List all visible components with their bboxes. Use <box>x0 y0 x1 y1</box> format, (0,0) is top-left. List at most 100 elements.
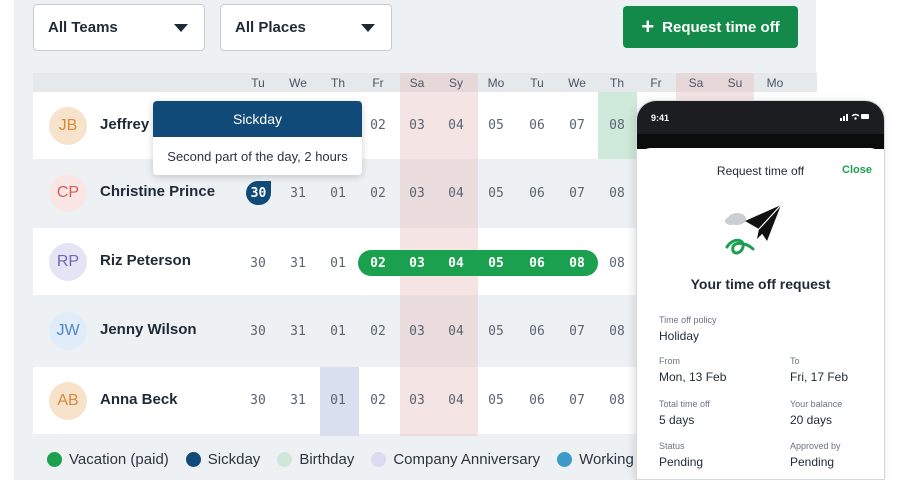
date-cell[interactable]: 31 <box>283 186 313 201</box>
date-cell[interactable]: 03 <box>402 118 432 133</box>
date-cell[interactable]: 04 <box>441 393 471 408</box>
date-cell[interactable]: 05 <box>481 393 511 408</box>
date-cell[interactable]: 30 <box>243 256 273 271</box>
to-field: To Fri, 17 Feb <box>790 356 848 384</box>
date-cell[interactable]: 30 <box>243 324 273 339</box>
policy-field: Time off policy Holiday <box>659 315 717 343</box>
date-cell[interactable]: 01 <box>323 186 353 201</box>
date-cell[interactable]: 31 <box>283 324 313 339</box>
teams-filter-label: All Teams <box>48 19 118 36</box>
field-label: Approved by <box>790 441 841 451</box>
person-name: Jenny Wilson <box>100 321 197 338</box>
vacation-date-cell[interactable]: 04 <box>441 256 471 271</box>
date-cell[interactable]: 30 <box>243 393 273 408</box>
vacation-date-cell[interactable]: 06 <box>522 256 552 271</box>
date-cell[interactable]: 08 <box>602 324 632 339</box>
person-name: Jeffrey <box>100 116 150 133</box>
legend-item-anniversary: Company Anniversary <box>371 451 540 468</box>
day-header: Fr <box>650 76 662 90</box>
day-header: Su <box>727 76 743 90</box>
day-header: Sa <box>409 76 425 90</box>
sickday-marker[interactable]: 30 <box>246 181 271 205</box>
date-cell[interactable]: 07 <box>562 118 592 133</box>
request-time-off-button[interactable]: + Request time off <box>623 6 798 48</box>
legend-label: Vacation (paid) <box>69 451 169 468</box>
date-cell[interactable]: 02 <box>363 186 393 201</box>
day-header: Fr <box>372 76 384 90</box>
field-value: 20 days <box>790 413 833 427</box>
chevron-down-icon <box>361 24 375 32</box>
date-cell[interactable]: 02 <box>363 393 393 408</box>
date-cell[interactable]: 03 <box>402 393 432 408</box>
vacation-date-cell[interactable]: 02 <box>363 256 393 271</box>
legend-item-vacation: Vacation (paid) <box>47 451 169 468</box>
date-cell[interactable]: 31 <box>283 256 313 271</box>
date-cell[interactable]: 06 <box>522 324 552 339</box>
day-header: Mo <box>766 76 784 90</box>
legend-item-working: Working <box>557 451 634 468</box>
legend-label: Birthday <box>299 451 355 468</box>
date-cell[interactable]: 02 <box>363 118 393 133</box>
date-cell[interactable]: 04 <box>441 186 471 201</box>
field-label: Total time off <box>659 399 710 409</box>
day-header: We <box>289 76 307 90</box>
balance-field: Your balance 20 days <box>790 399 842 427</box>
birthday-dot-icon <box>277 452 293 467</box>
places-filter-dropdown[interactable]: All Places <box>220 4 392 51</box>
date-cell[interactable]: 02 <box>363 324 393 339</box>
date-cell[interactable]: 08 <box>602 118 632 133</box>
date-cell[interactable]: 06 <box>522 186 552 201</box>
person-name: Riz Peterson <box>100 252 191 269</box>
date-cell[interactable]: 05 <box>481 324 511 339</box>
date-cell[interactable]: 01 <box>323 256 353 271</box>
date-cell[interactable]: 07 <box>562 393 592 408</box>
day-header: Tu <box>251 76 265 90</box>
day-header: Sa <box>688 76 704 90</box>
date-cell[interactable]: 03 <box>402 324 432 339</box>
sickday-dot-icon <box>185 452 201 467</box>
date-cell[interactable]: 06 <box>522 118 552 133</box>
avatar: CP <box>49 174 87 212</box>
field-value: Pending <box>659 455 704 469</box>
vacation-date-cell[interactable]: 08 <box>562 256 592 271</box>
field-label: From <box>659 356 680 366</box>
field-label: Time off policy <box>659 315 717 325</box>
date-cell[interactable]: 06 <box>522 393 552 408</box>
total-field: Total time off 5 days <box>659 399 710 427</box>
working-dot-icon <box>557 452 573 467</box>
date-cell[interactable]: 03 <box>402 186 432 201</box>
teams-filter-dropdown[interactable]: All Teams <box>33 4 205 51</box>
phone-notch-area <box>637 134 884 149</box>
vacation-date-cell[interactable]: 05 <box>481 256 511 271</box>
anniversary-dot-icon <box>371 452 387 467</box>
date-cell[interactable]: 08 <box>602 186 632 201</box>
approved-field: Approved by Pending <box>790 441 841 469</box>
date-cell[interactable]: 05 <box>481 186 511 201</box>
date-cell[interactable]: 31 <box>283 393 313 408</box>
date-cell[interactable]: 04 <box>441 118 471 133</box>
date-cell[interactable]: 07 <box>562 186 592 201</box>
field-label: To <box>790 356 800 366</box>
date-cell[interactable]: 07 <box>562 324 592 339</box>
avatar: JB <box>49 107 87 145</box>
date-cell[interactable]: 08 <box>602 393 632 408</box>
person-name: Anna Beck <box>100 391 178 408</box>
tooltip-text: Second part of the day, 2 hours <box>167 148 348 164</box>
signal-wifi-battery-icon <box>840 112 870 123</box>
person-name: Christine Prince <box>100 183 216 200</box>
legend-label: Company Anniversary <box>393 451 541 468</box>
date-cell[interactable]: 01 <box>323 324 353 339</box>
vacation-date-cell[interactable]: 03 <box>402 256 432 271</box>
field-value: Fri, 17 Feb <box>790 370 849 384</box>
date-cell[interactable]: 05 <box>481 118 511 133</box>
field-value: Holiday <box>659 329 700 343</box>
date-cell[interactable]: 01 <box>323 393 353 408</box>
close-button[interactable]: Close <box>842 164 872 176</box>
date-cell[interactable]: 04 <box>441 324 471 339</box>
phone-time: 9:41 <box>651 112 670 123</box>
phone-mockup: 9:41 Request time off Close Your time of… <box>636 100 885 480</box>
legend-item-birthday: Birthday <box>277 451 354 468</box>
date-cell[interactable]: 08 <box>602 256 632 271</box>
field-label: Your balance <box>790 399 843 409</box>
paper-plane-illustration-icon <box>723 203 787 261</box>
